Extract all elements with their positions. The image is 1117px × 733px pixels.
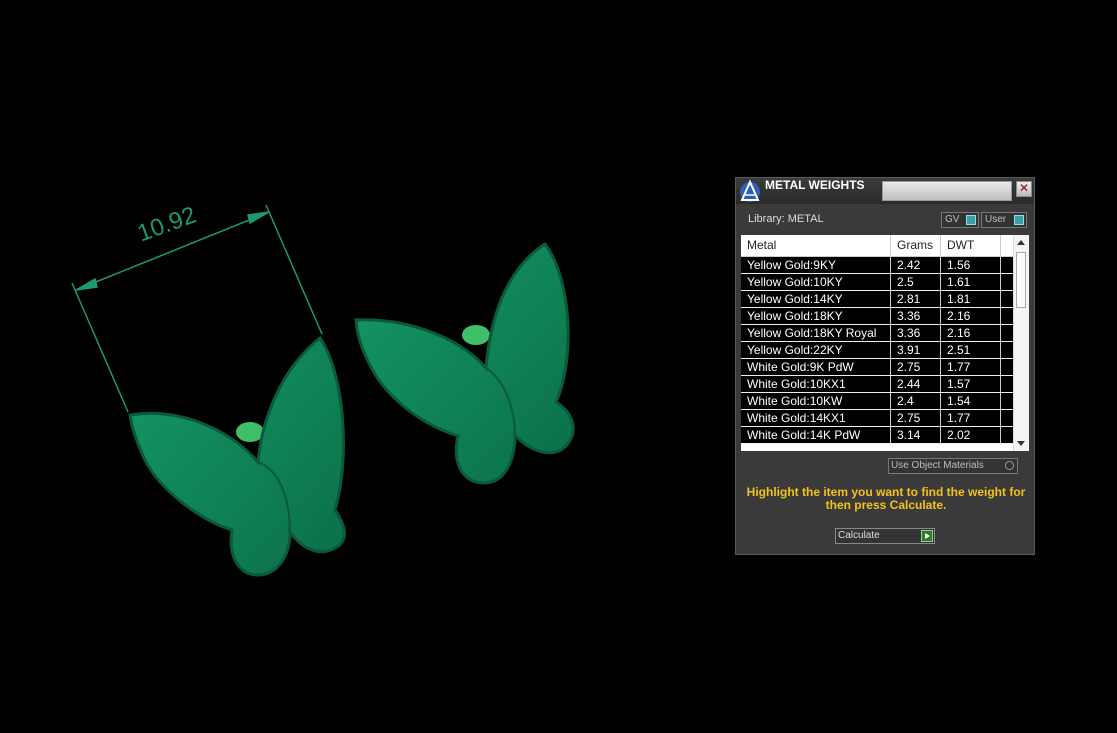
- grams-cell: 3.14: [891, 427, 941, 443]
- close-icon[interactable]: ✕: [1016, 181, 1032, 197]
- scroll-up-icon[interactable]: [1017, 240, 1025, 245]
- instruction-text: Highlight the item you want to find the …: [746, 485, 1026, 512]
- table-row[interactable]: White Gold:10KX1 2.44 1.57: [741, 376, 1013, 393]
- use-object-materials-label: Use Object Materials: [891, 460, 984, 471]
- table-body: Yellow Gold:9KY 2.42 1.56 Yellow Gold:10KY 2…: [741, 257, 1013, 444]
- user-toggle[interactable]: User: [981, 212, 1027, 228]
- toggle-knob-icon: [966, 215, 976, 225]
- dwt-cell: 2.16: [941, 325, 1001, 341]
- dwt-cell: 2.16: [941, 308, 1001, 324]
- butterfly-earring-left[interactable]: [128, 335, 346, 577]
- toggle-knob-icon: [1014, 215, 1024, 225]
- metal-cell: Yellow Gold:18KY: [741, 308, 891, 324]
- use-object-materials-option[interactable]: Use Object Materials: [888, 458, 1018, 474]
- dwt-cell: 2.51: [941, 342, 1001, 358]
- table-row[interactable]: Yellow Gold:18KY 3.36 2.16: [741, 308, 1013, 325]
- table-row[interactable]: White Gold:9K PdW 2.75 1.77: [741, 359, 1013, 376]
- column-header-dwt[interactable]: DWT: [941, 235, 1001, 256]
- table-row[interactable]: Yellow Gold:9KY 2.42 1.56: [741, 257, 1013, 274]
- metal-cell: White Gold:14K PdW: [741, 427, 891, 443]
- gv-toggle-label: GV: [945, 214, 960, 225]
- titlebar-fill: [882, 181, 1012, 201]
- user-toggle-label: User: [985, 214, 1007, 225]
- radio-icon[interactable]: [1005, 461, 1014, 470]
- grams-cell: 2.75: [891, 359, 941, 375]
- metal-cell: Yellow Gold:18KY Royal: [741, 325, 891, 341]
- panel-titlebar[interactable]: METAL WEIGHTS ✕: [736, 178, 1034, 204]
- grams-cell: 2.44: [891, 376, 941, 392]
- metal-cell: Yellow Gold:9KY: [741, 257, 891, 273]
- calculate-button[interactable]: Calculate: [835, 528, 935, 544]
- table-row[interactable]: Yellow Gold:22KY 3.91 2.51: [741, 342, 1013, 359]
- metal-weights-panel: METAL WEIGHTS ✕ Library: METAL GV User M…: [735, 177, 1035, 555]
- dwt-cell: 1.56: [941, 257, 1001, 273]
- metal-cell: Yellow Gold:10KY: [741, 274, 891, 290]
- grams-cell: 2.5: [891, 274, 941, 290]
- metal-cell: White Gold:9K PdW: [741, 359, 891, 375]
- metal-cell: Yellow Gold:22KY: [741, 342, 891, 358]
- scroll-down-icon[interactable]: [1017, 441, 1025, 446]
- app-logo-icon: [740, 179, 760, 202]
- scroll-thumb[interactable]: [1016, 252, 1026, 308]
- panel-title: METAL WEIGHTS: [765, 178, 865, 192]
- metal-cell: White Gold:10KW: [741, 393, 891, 409]
- dwt-cell: 2.02: [941, 427, 1001, 443]
- metal-cell: White Gold:10KX1: [741, 376, 891, 392]
- dwt-cell: 1.77: [941, 410, 1001, 426]
- dwt-cell: 1.77: [941, 359, 1001, 375]
- table-row[interactable]: Yellow Gold:14KY 2.81 1.81: [741, 291, 1013, 308]
- table-row[interactable]: Yellow Gold:10KY 2.5 1.61: [741, 274, 1013, 291]
- metal-table: Metal Grams DWT Yellow Gold:9KY 2.42 1.56 Y…: [741, 235, 1029, 451]
- grams-cell: 2.81: [891, 291, 941, 307]
- table-header: Metal Grams DWT: [741, 235, 1013, 257]
- dwt-cell: 1.54: [941, 393, 1001, 409]
- table-row[interactable]: White Gold:10KW 2.4 1.54: [741, 393, 1013, 410]
- library-label: Library: METAL: [748, 213, 824, 225]
- dwt-cell: 1.61: [941, 274, 1001, 290]
- column-header-grams[interactable]: Grams: [891, 235, 941, 256]
- grams-cell: 2.4: [891, 393, 941, 409]
- play-arrow-icon: [921, 530, 933, 542]
- gv-toggle[interactable]: GV: [941, 212, 979, 228]
- butterfly-earring-right[interactable]: [354, 241, 575, 485]
- table-scrollbar[interactable]: [1013, 235, 1029, 451]
- table-row[interactable]: White Gold:14K PdW 3.14 2.02: [741, 427, 1013, 444]
- table-row[interactable]: Yellow Gold:18KY Royal 3.36 2.16: [741, 325, 1013, 342]
- grams-cell: 3.36: [891, 325, 941, 341]
- table-row[interactable]: White Gold:14KX1 2.75 1.77: [741, 410, 1013, 427]
- dwt-cell: 1.57: [941, 376, 1001, 392]
- grams-cell: 3.91: [891, 342, 941, 358]
- dwt-cell: 1.81: [941, 291, 1001, 307]
- calculate-label: Calculate: [838, 530, 880, 541]
- grams-cell: 2.42: [891, 257, 941, 273]
- grams-cell: 3.36: [891, 308, 941, 324]
- metal-cell: White Gold:14KX1: [741, 410, 891, 426]
- grams-cell: 2.75: [891, 410, 941, 426]
- column-header-metal[interactable]: Metal: [741, 235, 891, 256]
- metal-cell: Yellow Gold:14KY: [741, 291, 891, 307]
